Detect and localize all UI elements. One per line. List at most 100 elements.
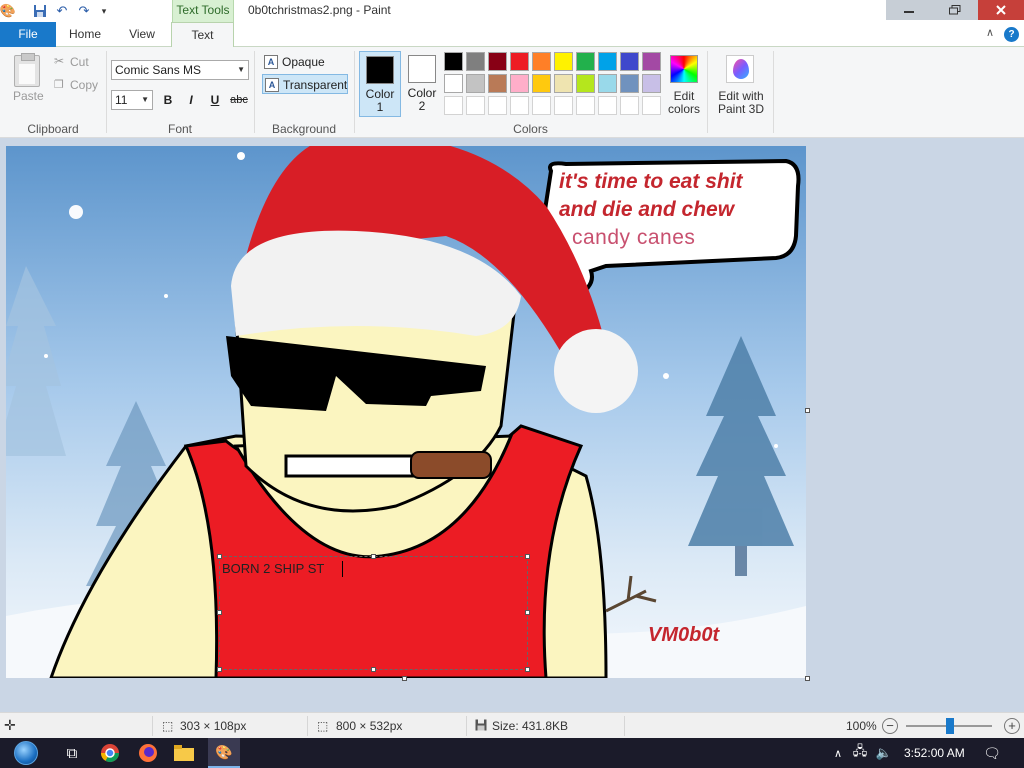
palette-swatch[interactable] <box>532 52 551 71</box>
canvas-resize-handle-right[interactable] <box>805 408 810 413</box>
palette-swatch[interactable] <box>554 74 573 93</box>
tab-home[interactable]: Home <box>62 22 108 47</box>
text-box-handle-br[interactable] <box>525 667 530 672</box>
text-box-handle-r[interactable] <box>525 610 530 615</box>
color2-number: 2 <box>418 99 426 113</box>
paint-app-icon[interactable]: 🎨 <box>0 3 16 19</box>
font-family-value: Comic Sans MS <box>115 63 202 77</box>
palette-empty-slot[interactable] <box>466 96 485 115</box>
palette-swatch[interactable] <box>598 74 617 93</box>
palette-empty-slot[interactable] <box>554 96 573 115</box>
chevron-down-icon: ▼ <box>237 65 245 74</box>
palette-swatch[interactable] <box>444 74 463 93</box>
group-divider <box>106 51 107 133</box>
palette-empty-slot[interactable] <box>510 96 529 115</box>
paste-button[interactable]: Paste <box>13 89 44 103</box>
group-divider <box>254 51 255 133</box>
palette-empty-slot[interactable] <box>642 96 661 115</box>
transparent-button[interactable]: A Transparent <box>262 74 348 94</box>
copy-button[interactable]: Copy <box>70 78 98 92</box>
text-box-handle-tr[interactable] <box>525 554 530 559</box>
palette-empty-slot[interactable] <box>598 96 617 115</box>
text-box-handle-b[interactable] <box>371 667 376 672</box>
collapse-ribbon-icon[interactable]: ∧ <box>986 26 994 39</box>
tab-file[interactable]: File <box>0 22 56 47</box>
canvas-resize-handle-corner[interactable] <box>805 676 810 681</box>
tray-clock[interactable]: 3:52:00 AM <box>904 746 965 760</box>
strikethrough-button[interactable]: abc <box>229 90 249 110</box>
color2-button[interactable]: Color 2 <box>401 51 443 117</box>
opaque-button[interactable]: A Opaque <box>262 52 330 72</box>
palette-swatch[interactable] <box>488 52 507 71</box>
network-icon[interactable]: 🖧 <box>848 741 872 765</box>
task-view-icon[interactable]: ⧉ <box>60 741 84 765</box>
zoom-in-button[interactable]: + <box>1004 718 1020 734</box>
palette-swatch[interactable] <box>576 74 595 93</box>
maximize-button[interactable] <box>932 0 978 20</box>
start-button[interactable] <box>10 738 42 768</box>
palette-swatch[interactable] <box>620 74 639 93</box>
text-box-content[interactable]: BORN 2 SHIP ST <box>222 561 324 576</box>
underline-button[interactable]: U <box>205 90 225 110</box>
palette-empty-slot[interactable] <box>576 96 595 115</box>
palette-swatch[interactable] <box>642 74 661 93</box>
cursor-position-icon: ✛ <box>4 717 16 733</box>
text-box-handle-tl[interactable] <box>217 554 222 559</box>
text-box-handle-bl[interactable] <box>217 667 222 672</box>
cigar <box>410 451 492 479</box>
canvas-resize-handle-bottom[interactable] <box>402 676 407 681</box>
font-size-select[interactable]: 11 ▼ <box>111 90 153 110</box>
zoom-level: 100% <box>846 719 877 733</box>
palette-empty-slot[interactable] <box>532 96 551 115</box>
edit-colors-button[interactable]: Edit colors <box>666 90 702 116</box>
volume-icon[interactable]: 🔈 <box>872 741 896 765</box>
palette-empty-slot[interactable] <box>620 96 639 115</box>
palette-swatch[interactable] <box>488 74 507 93</box>
chrome-icon[interactable] <box>98 741 122 765</box>
tab-text[interactable]: Text <box>171 22 234 48</box>
tray-overflow-icon[interactable]: ∧ <box>826 741 850 765</box>
minimize-button[interactable] <box>886 0 932 20</box>
pine-tree <box>688 336 794 576</box>
paint-taskbar-button[interactable]: 🎨 <box>208 738 240 768</box>
palette-swatch[interactable] <box>598 52 617 71</box>
zoom-slider-thumb[interactable] <box>946 718 954 734</box>
palette-swatch[interactable] <box>444 52 463 71</box>
windows-orb-icon <box>14 741 38 765</box>
save-icon[interactable] <box>32 3 48 19</box>
status-divider <box>307 716 308 736</box>
redo-icon[interactable]: ↷ <box>76 3 92 19</box>
edit-colors-icon[interactable] <box>670 55 698 83</box>
palette-swatch[interactable] <box>576 52 595 71</box>
edit-with-paint3d-button[interactable]: Edit with Paint 3D <box>712 90 770 116</box>
paint3d-icon[interactable] <box>726 55 754 83</box>
italic-button[interactable]: I <box>181 90 201 110</box>
font-group-label: Font <box>167 122 192 136</box>
help-icon[interactable]: ? <box>1004 27 1019 42</box>
zoom-out-button[interactable]: − <box>882 718 898 734</box>
close-button[interactable] <box>978 0 1024 20</box>
bold-button[interactable]: B <box>158 90 178 110</box>
text-box-handle-t[interactable] <box>371 554 376 559</box>
file-explorer-icon[interactable] <box>172 741 196 765</box>
undo-icon[interactable]: ↶ <box>54 3 70 19</box>
palette-swatch[interactable] <box>620 52 639 71</box>
firefox-icon[interactable] <box>136 741 160 765</box>
color1-button[interactable]: Color 1 <box>359 51 401 117</box>
copy-icon: ❐ <box>54 79 64 91</box>
tab-view[interactable]: View <box>120 22 164 47</box>
cut-button[interactable]: Cut <box>70 55 89 69</box>
customize-qat-icon[interactable]: ▾ <box>96 3 112 19</box>
palette-empty-slot[interactable] <box>488 96 507 115</box>
palette-swatch[interactable] <box>466 52 485 71</box>
palette-swatch[interactable] <box>466 74 485 93</box>
palette-swatch[interactable] <box>532 74 551 93</box>
font-family-select[interactable]: Comic Sans MS ▼ <box>111 60 249 80</box>
palette-swatch[interactable] <box>554 52 573 71</box>
text-box-handle-l[interactable] <box>217 610 222 615</box>
notifications-icon[interactable]: 🗨 <box>980 741 1004 765</box>
palette-swatch[interactable] <box>642 52 661 71</box>
palette-swatch[interactable] <box>510 74 529 93</box>
palette-swatch[interactable] <box>510 52 529 71</box>
palette-empty-slot[interactable] <box>444 96 463 115</box>
